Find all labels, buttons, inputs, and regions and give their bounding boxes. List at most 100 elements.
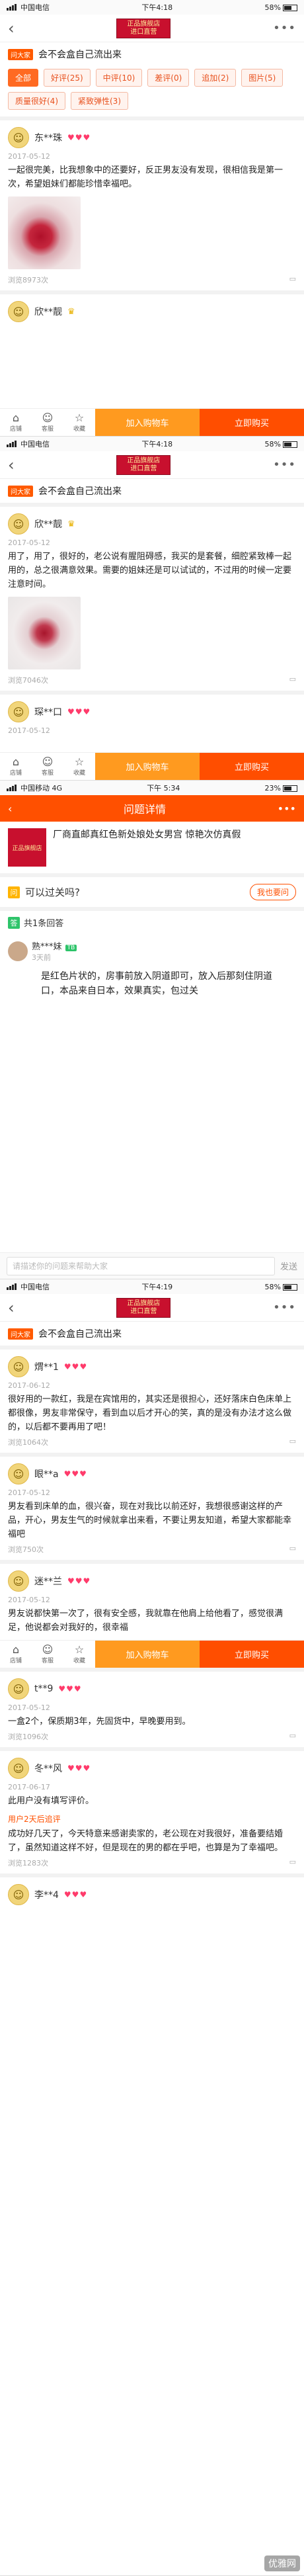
battery-status: 58%	[265, 440, 297, 449]
filter-medium[interactable]: 中评(10)	[95, 69, 143, 87]
review-photo[interactable]	[8, 196, 81, 269]
question-input[interactable]: 请描述你的问题来帮助大家	[7, 1256, 275, 1275]
review-text: 一起很完美，比我想象中的还要好，反正男友没有发现，很相信我是第一次，希望姐妹们都…	[8, 165, 284, 189]
add-to-cart-button[interactable]: 加入购物车	[95, 753, 200, 780]
battery-status: 58%	[265, 1283, 297, 1291]
service-button[interactable]: ☺ 客服	[32, 409, 63, 436]
review-item: ☺ 李**4 ♥♥♥	[0, 1873, 304, 1911]
question-banner[interactable]: 问大家 会不会盒自己流出来	[0, 479, 304, 503]
favorite-button[interactable]: ☆ 收藏	[63, 1641, 95, 1668]
qa-header: ‹ 问题详情 •••	[0, 795, 304, 822]
append-review-label: 用户2天后追评	[8, 1815, 61, 1824]
buy-now-button[interactable]: 立即购买	[200, 409, 304, 436]
filter-good[interactable]: 好评(25)	[44, 69, 91, 87]
review-item: ☺ 琛**口 ♥♥♥ 2017-05-12	[0, 691, 304, 743]
answer-item: 熟***妹 TB 3天前 是红色片状的，房事前放入阴道即可，放入后那刻住阴道口，…	[0, 934, 304, 1010]
crown-rank-icon: ♛	[67, 306, 75, 317]
review-item: ☺ t**9 ♥♥♥ 2017-05-12 一盒2个，保质期3年，先固货中，早晚要用…	[0, 1668, 304, 1747]
add-to-cart-button[interactable]: 加入购物车	[95, 1641, 200, 1668]
chat-icon: ☺	[42, 1643, 54, 1656]
reviewer-name: t**9	[34, 1684, 54, 1694]
bottom-action-bar: ⌂ 店铺 ☺ 客服 ☆ 收藏 加入购物车 立即购买	[0, 1640, 304, 1668]
product-thumbnail: 正品旗舰店	[8, 828, 46, 867]
chat-icon: ☺	[42, 411, 54, 424]
more-icon[interactable]: •••	[278, 802, 296, 815]
shop-button[interactable]: ⌂ 店铺	[0, 753, 32, 780]
favorite-button[interactable]: ☆ 收藏	[63, 409, 95, 436]
comment-icon[interactable]: ▭	[289, 1858, 296, 1868]
comment-icon[interactable]: ▭	[289, 1544, 296, 1555]
buy-now-button[interactable]: 立即购买	[200, 1641, 304, 1668]
service-button[interactable]: ☺ 客服	[32, 1641, 63, 1668]
avatar	[8, 941, 28, 961]
service-button[interactable]: ☺ 客服	[32, 753, 63, 780]
ask-too-button[interactable]: 我也要问	[249, 884, 296, 900]
comment-icon[interactable]: ▭	[289, 1731, 296, 1742]
filter-all[interactable]: 全部	[8, 69, 39, 87]
signal-icon	[7, 785, 17, 791]
shop-icon: ⌂	[12, 411, 20, 424]
review-text: 此用户没有填写评价。	[8, 1796, 95, 1806]
review-date: 2017-05-12	[8, 1488, 50, 1497]
question-banner[interactable]: 问大家 会不会盒自己流出来	[0, 1322, 304, 1346]
battery-icon	[283, 1283, 297, 1291]
review-date: 2017-05-12	[8, 538, 50, 547]
avatar: ☺	[8, 1884, 29, 1905]
favorite-button[interactable]: ☆ 收藏	[63, 753, 95, 780]
filter-images[interactable]: 图片(5)	[241, 69, 284, 87]
send-button[interactable]: 发送	[280, 1260, 297, 1272]
review-item: ☺ 迷**兰 ♥♥♥ 2017-05-12 男友说都快第一次了，很有安全感，我就靠在…	[0, 1560, 304, 1640]
filter-bad[interactable]: 差评(0)	[147, 69, 190, 87]
reviewer-name: 眼**a	[34, 1469, 59, 1480]
comment-icon[interactable]: ▭	[289, 675, 296, 685]
shop-button[interactable]: ⌂ 店铺	[0, 409, 32, 436]
avatar: ☺	[8, 1570, 29, 1592]
ask-tag: 问大家	[8, 48, 33, 60]
more-icon[interactable]: •••	[273, 21, 296, 35]
filter-tags: 全部 好评(25) 中评(10) 差评(0) 追加(2) 图片(5) 质量很好(…	[0, 66, 304, 116]
comment-icon[interactable]: ▭	[289, 1437, 296, 1447]
back-icon[interactable]: ‹	[8, 19, 15, 38]
heart-rank-icon: ♥♥♥	[63, 1469, 87, 1479]
clock: 下午 5:34	[147, 784, 180, 793]
reviewer-name: 迷**兰	[34, 1576, 62, 1587]
avatar: ☺	[8, 513, 29, 535]
member-badge: TB	[65, 945, 77, 951]
avatar: ☺	[8, 1463, 29, 1484]
review-text: 一盒2个，保质期3年，先固货中，早晚要用到。	[8, 1717, 191, 1727]
add-to-cart-button[interactable]: 加入购物车	[95, 409, 200, 436]
question-text: 会不会盒自己流出来	[38, 1329, 122, 1340]
buy-now-button[interactable]: 立即购买	[200, 753, 304, 780]
more-icon[interactable]: •••	[273, 1301, 296, 1314]
product-card[interactable]: 正品旗舰店 厂商直邮真红色新处娘处女男宫 惊艳次仿真假	[0, 822, 304, 877]
shop-icon: ⌂	[12, 755, 20, 768]
bottom-action-bar: ⌂ 店铺 ☺ 客服 ☆ 收藏 加入购物车 立即购买	[0, 408, 304, 436]
ask-tag: 问大家	[8, 1328, 33, 1340]
reviewer-name: 煟**1	[34, 1362, 59, 1373]
filter-firm[interactable]: 紧致弹性(3)	[71, 92, 128, 110]
question-row: 问可以过关吗? 我也要问	[0, 877, 304, 907]
back-icon[interactable]: ‹	[8, 802, 12, 815]
comment-icon[interactable]: ▭	[289, 275, 296, 285]
review-item: ☺ 冬**风 ♥♥♥ 2017-06-17 此用户没有填写评价。 用户2天后追评 成…	[0, 1747, 304, 1873]
review-item: ☺ 欣**靓 ♛ 2017-05-12 用了，用了，很好的，老公说有腥阻碍感，我买的…	[0, 503, 304, 691]
review-photo[interactable]	[8, 597, 81, 669]
product-title: 厂商直邮真红色新处娘处女男宫 惊艳次仿真假	[53, 830, 241, 840]
review-item: ☺ 欣**靓 ♛	[0, 290, 304, 327]
shop-button[interactable]: ⌂ 店铺	[0, 1641, 32, 1668]
question-banner[interactable]: 问大家 会不会盒自己流出来	[0, 42, 304, 66]
review-date: 2017-05-12	[8, 152, 50, 161]
clock: 下午4:18	[141, 440, 173, 449]
back-icon[interactable]: ‹	[8, 456, 15, 474]
back-icon[interactable]: ‹	[8, 1299, 15, 1317]
more-icon[interactable]: •••	[273, 458, 296, 472]
signal-icon	[7, 441, 17, 447]
review-text: 用了，用了，很好的，老公说有腥阻碍感，我买的是套餐，细腔紧致棒一起用的，总之很满…	[8, 552, 292, 589]
answer-icon: 答	[8, 916, 20, 929]
filter-quality[interactable]: 质量很好(4)	[8, 92, 65, 110]
filter-append[interactable]: 追加(2)	[194, 69, 237, 87]
review-text: 男友看到床单的血，很兴奋，现在对我比以前还好，我想很感谢这样的产品，开心，男友生…	[8, 1502, 292, 1539]
question-icon: 问	[8, 886, 20, 898]
star-icon: ☆	[74, 411, 85, 424]
answer-text: 是红色片状的，房事前放入阴道即可，放入后那刻住阴道口，本品来自日本，效果真实，包…	[41, 971, 272, 996]
